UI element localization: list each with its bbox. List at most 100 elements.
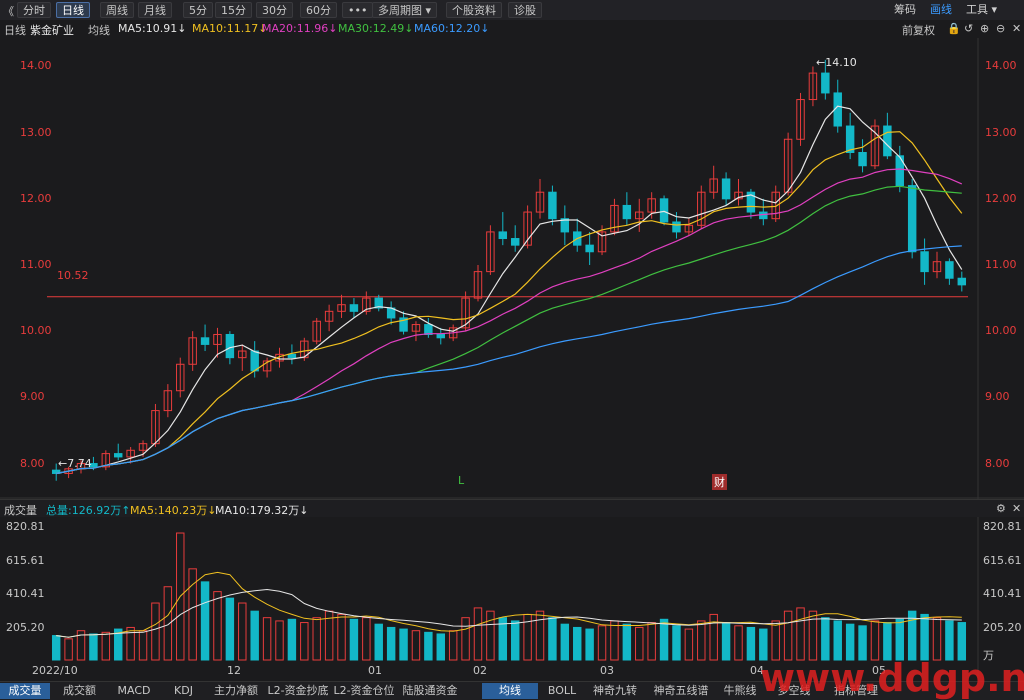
indicator-tab-8[interactable]: 均线 xyxy=(482,683,538,699)
candle-73 xyxy=(957,271,967,292)
volume-bar-31 xyxy=(436,633,445,661)
volume-bar-11 xyxy=(188,568,197,661)
more-periods-button[interactable]: ••• xyxy=(342,2,374,18)
right-menu-item-1[interactable]: 画线 xyxy=(930,2,952,18)
close-icon[interactable]: ✕ xyxy=(1012,22,1021,35)
candle-25 xyxy=(362,291,371,315)
indicator-tab-6[interactable]: L2-资金仓位 xyxy=(332,683,396,699)
volume-bar-62 xyxy=(821,617,830,661)
candle-60 xyxy=(796,92,805,146)
ma-value-4: MA60:12.20↓ xyxy=(414,22,490,35)
volume-bar-17 xyxy=(262,617,272,661)
volume-bar-39 xyxy=(535,610,545,661)
candle-28 xyxy=(399,311,408,335)
left-volume-tick-1: 615.61 xyxy=(6,553,45,567)
volume-bar-66 xyxy=(870,620,880,661)
volume-bar-61 xyxy=(808,610,818,661)
indicator-tab-3[interactable]: KDJ xyxy=(161,683,206,699)
candle-72 xyxy=(945,258,954,285)
period-tab-2[interactable]: 周线 xyxy=(100,2,134,18)
candle-63 xyxy=(833,79,842,133)
watermark: www.ddgp.net xyxy=(760,656,1024,700)
volume-close-icon[interactable]: ✕ xyxy=(1012,502,1021,515)
candle-45 xyxy=(610,198,619,236)
stock-info-button[interactable]: 个股资料 xyxy=(446,2,502,18)
volume-bar-56 xyxy=(746,626,756,661)
candle-21 xyxy=(312,317,321,345)
volume-bar-21 xyxy=(312,617,321,661)
indicator-tab-11[interactable]: 神奇五线谱 xyxy=(646,683,716,699)
top-toolbar: 《 分时 日线 周线 月线 5分 15分 30分 60分 ••• 多周期图 ▾ 个股资料 诊股… xyxy=(0,0,1024,21)
volume-ma5-line xyxy=(56,588,962,638)
chart-type-label: 日线 xyxy=(4,24,26,37)
period-tab-6[interactable]: 30分 xyxy=(256,2,293,18)
indicator-tab-0[interactable]: 成交量 xyxy=(0,683,50,699)
indicator-tab-7[interactable]: 陆股通资金 xyxy=(398,683,462,699)
candle-66 xyxy=(870,119,880,170)
candle-32 xyxy=(448,324,458,342)
undo-icon[interactable]: ↺ xyxy=(964,22,973,35)
volume-settings-icon[interactable]: ⚙ xyxy=(996,502,1006,515)
left-price-tick-0: 14.00 xyxy=(20,59,52,73)
volume-bar-51 xyxy=(684,628,694,661)
volume-bar-48 xyxy=(647,622,656,661)
candlestick-chart[interactable] xyxy=(0,0,1024,699)
zoom-out-icon[interactable]: ⊖ xyxy=(996,22,1005,35)
candle-33 xyxy=(461,291,470,332)
candle-70 xyxy=(920,238,929,285)
zoom-in-icon[interactable]: ⊕ xyxy=(980,22,989,35)
l-marker: L xyxy=(458,474,465,487)
adjust-label[interactable]: 前复权 xyxy=(902,22,935,38)
volume-bar-35 xyxy=(486,610,495,661)
period-tab-0[interactable]: 分时 xyxy=(17,2,51,18)
lock-icon[interactable]: 🔒 xyxy=(947,22,961,35)
left-price-tick-1: 13.00 xyxy=(20,125,52,139)
volume-header: 成交量 总量:126.92万↑ MA5:140.23万↓ MA10:179.32… xyxy=(0,499,1024,517)
avg-line-label[interactable]: 均线 xyxy=(88,22,110,38)
right-price-tick-5: 9.00 xyxy=(985,390,1010,404)
candle-50 xyxy=(672,212,681,239)
candle-18 xyxy=(275,347,284,368)
indicator-tab-10[interactable]: 神奇九转 xyxy=(586,683,644,699)
right-menu-item-2[interactable]: 工具 ▾ xyxy=(966,2,997,18)
candle-58 xyxy=(771,185,780,222)
right-menu-item-0[interactable]: 筹码 xyxy=(894,2,916,18)
volume-bar-0 xyxy=(51,635,61,661)
indicator-tab-5[interactable]: L2-资金抄底 xyxy=(266,683,330,699)
candle-6 xyxy=(126,446,135,464)
earnings-marker[interactable]: 财 xyxy=(712,474,727,490)
ma-value-0: MA5:10.91↓ xyxy=(118,22,187,35)
candle-5 xyxy=(114,443,123,461)
volume-bar-38 xyxy=(523,613,532,661)
candle-53 xyxy=(709,165,718,199)
period-tab-3[interactable]: 月线 xyxy=(138,2,172,18)
candle-13 xyxy=(213,327,222,358)
volume-bar-29 xyxy=(411,630,421,661)
left-price-tick-6: 8.00 xyxy=(20,456,45,470)
candle-29 xyxy=(411,321,421,342)
period-tab-5[interactable]: 15分 xyxy=(215,2,252,18)
candle-64 xyxy=(845,112,855,160)
multi-period-button[interactable]: 多周期图 ▾ xyxy=(372,2,438,18)
candle-49 xyxy=(659,195,669,226)
indicator-tab-1[interactable]: 成交额 xyxy=(52,683,107,699)
date-tick-0: 2022/10 xyxy=(32,664,78,677)
volume-bar-55 xyxy=(734,625,743,661)
diagnose-button[interactable]: 诊股 xyxy=(508,2,542,18)
volume-bar-32 xyxy=(448,630,458,661)
collapse-icon[interactable]: 《 xyxy=(3,3,14,19)
volume-bar-13 xyxy=(213,591,222,661)
candle-36 xyxy=(498,212,508,246)
indicator-tab-9[interactable]: BOLL xyxy=(540,683,584,699)
period-tab-7[interactable]: 60分 xyxy=(300,2,337,18)
indicator-tab-12[interactable]: 牛熊线 xyxy=(718,683,762,699)
indicator-tab-2[interactable]: MACD xyxy=(109,683,159,699)
period-tab-1[interactable]: 日线 xyxy=(56,2,90,18)
right-price-tick-3: 11.00 xyxy=(985,258,1017,271)
indicator-tab-4[interactable]: 主力净额 xyxy=(208,683,264,699)
volume-bar-44 xyxy=(597,625,607,661)
volume-bar-64 xyxy=(845,623,855,661)
volume-bar-23 xyxy=(337,613,346,661)
candle-68 xyxy=(895,145,904,193)
period-tab-4[interactable]: 5分 xyxy=(183,2,213,18)
